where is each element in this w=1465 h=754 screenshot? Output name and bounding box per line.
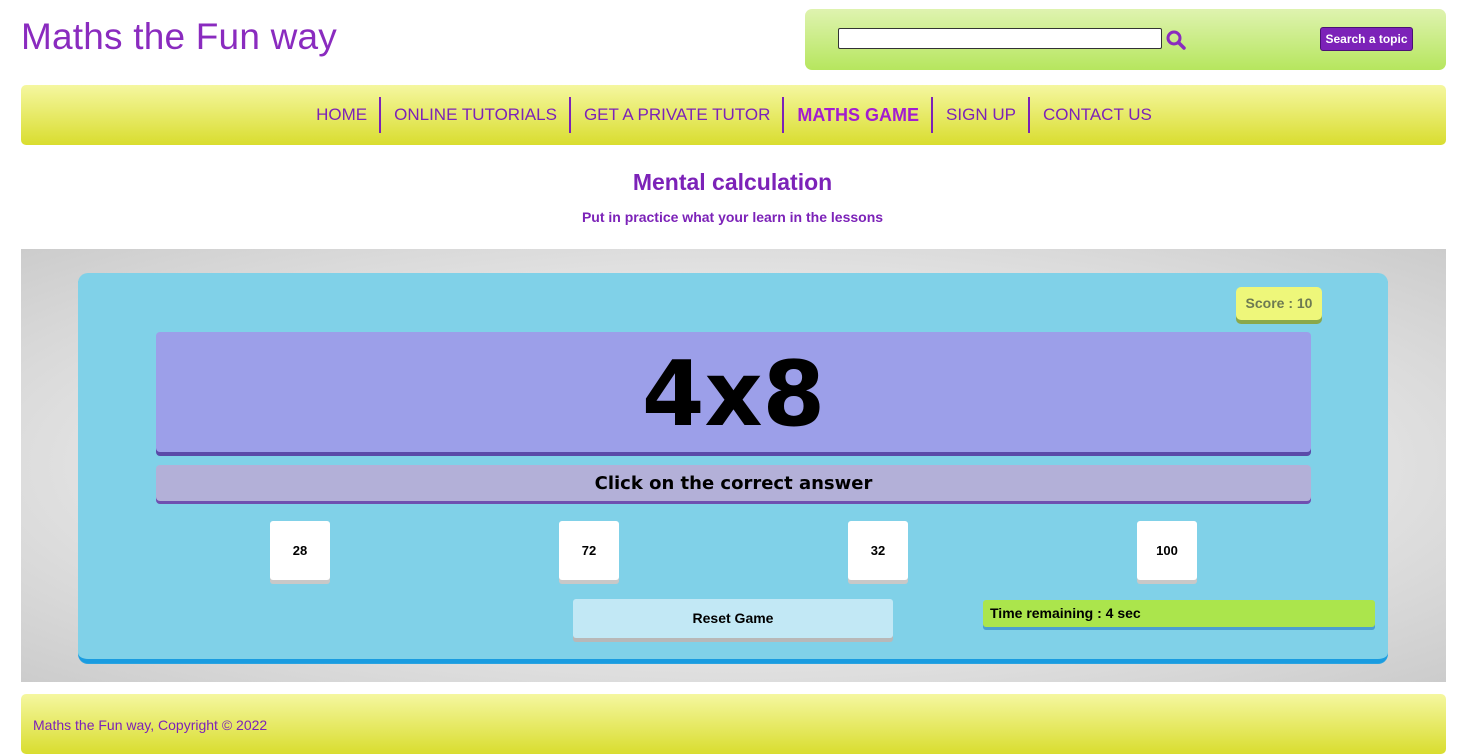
nav-item-private-tutor[interactable]: GET A PRIVATE TUTOR — [571, 97, 782, 133]
nav-item-online-tutorials[interactable]: ONLINE TUTORIALS — [381, 97, 569, 133]
question-text: 4x8 — [641, 342, 826, 447]
score-badge: Score : 10 — [1236, 287, 1322, 320]
answer-option[interactable]: 100 — [1137, 521, 1197, 580]
search-topic-button[interactable]: Search a topic — [1320, 27, 1413, 51]
main-nav: HOME ONLINE TUTORIALS GET A PRIVATE TUTO… — [21, 85, 1446, 145]
search-panel: Search a topic — [805, 9, 1446, 70]
game-panel: Score : 10 4x8 Click on the correct answ… — [78, 273, 1388, 663]
footer-copyright: Maths the Fun way, Copyright © 2022 — [33, 717, 268, 733]
nav-item-contact-us[interactable]: CONTACT US — [1030, 97, 1164, 133]
search-icon[interactable] — [1165, 29, 1187, 51]
answer-option[interactable]: 72 — [559, 521, 619, 580]
game-area: Score : 10 4x8 Click on the correct answ… — [21, 249, 1446, 682]
time-remaining: Time remaining : 4 sec — [983, 600, 1375, 627]
site-title[interactable]: Maths the Fun way — [21, 16, 337, 58]
answer-option[interactable]: 28 — [270, 521, 330, 580]
page-title: Mental calculation — [632, 169, 833, 195]
nav-item-maths-game[interactable]: MATHS GAME — [784, 97, 931, 133]
page-subtitle: Put in practice what your learn in the l… — [581, 209, 884, 225]
footer: Maths the Fun way, Copyright © 2022 — [21, 694, 1446, 754]
question-box: 4x8 — [156, 332, 1311, 452]
nav-item-sign-up[interactable]: SIGN UP — [933, 97, 1028, 133]
instruction-text: Click on the correct answer — [156, 465, 1311, 501]
answer-option[interactable]: 32 — [848, 521, 908, 580]
nav-item-home[interactable]: HOME — [303, 97, 379, 133]
search-input[interactable] — [838, 28, 1162, 49]
reset-game-button[interactable]: Reset Game — [573, 599, 893, 638]
